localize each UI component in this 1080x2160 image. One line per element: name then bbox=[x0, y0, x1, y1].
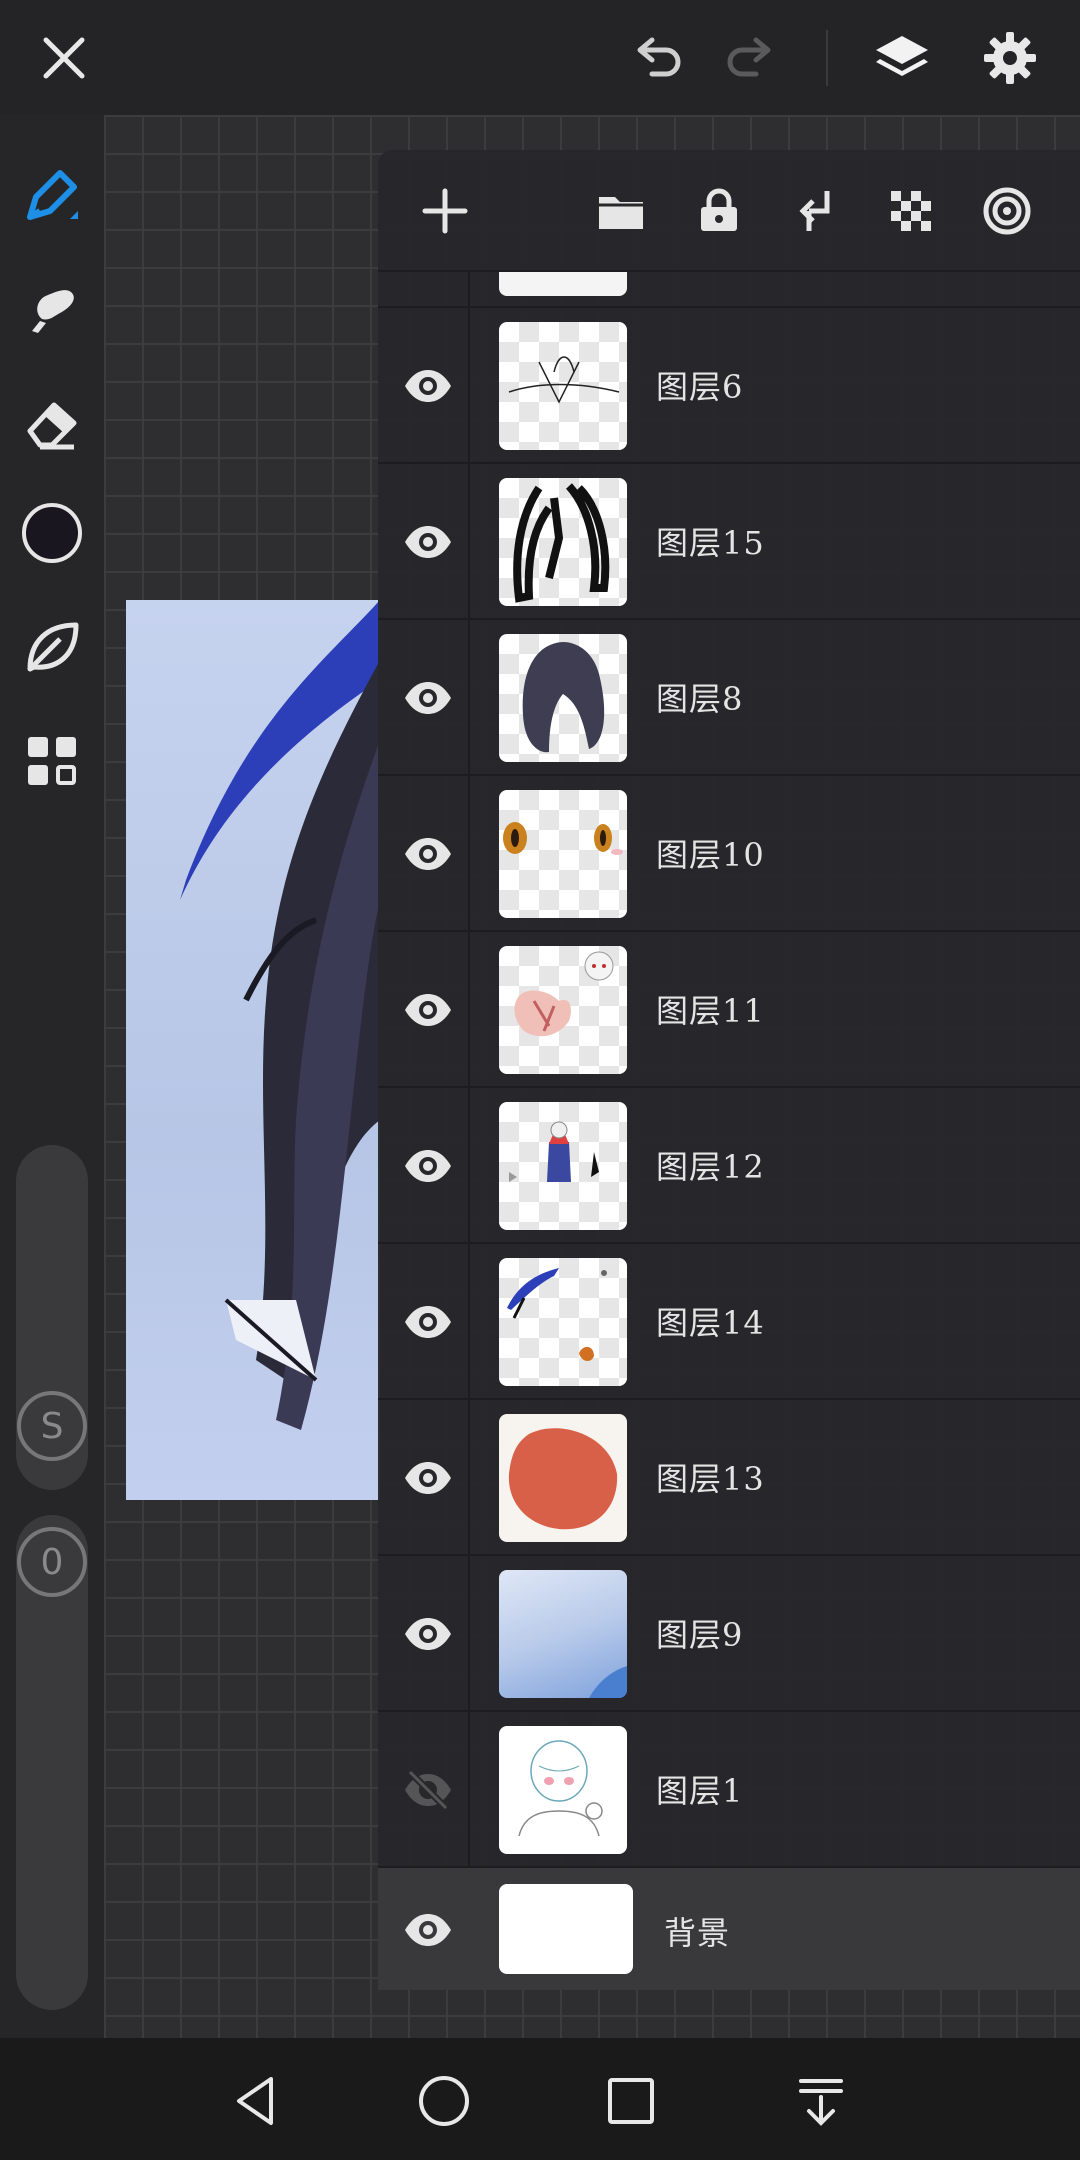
layer-divider bbox=[468, 1244, 470, 1400]
layer-divider bbox=[468, 1712, 470, 1868]
layer-thumbnail bbox=[499, 790, 627, 918]
system-nav-bar bbox=[0, 2038, 1080, 2160]
layer-name: 图层13 bbox=[656, 1460, 765, 1498]
eye-icon[interactable] bbox=[392, 1598, 464, 1670]
layer-thumbnail bbox=[499, 322, 627, 450]
layer-name: 图层11 bbox=[656, 992, 765, 1030]
opacity-slider-handle[interactable]: 0 bbox=[17, 1527, 87, 1597]
eye-icon[interactable] bbox=[392, 974, 464, 1046]
eye-icon[interactable] bbox=[392, 1442, 464, 1514]
recents-icon[interactable] bbox=[598, 2068, 664, 2134]
layers-icon[interactable] bbox=[866, 22, 938, 94]
topbar-divider bbox=[826, 30, 828, 86]
color-swatch[interactable] bbox=[10, 491, 94, 575]
top-bar bbox=[0, 0, 1080, 115]
layer-thumbnail bbox=[499, 1414, 627, 1542]
layer-row[interactable]: 图层13 bbox=[378, 1398, 1080, 1556]
layer-thumbnail bbox=[499, 634, 627, 762]
layer-divider bbox=[468, 464, 470, 620]
layer-name: 背景 bbox=[664, 1914, 731, 1952]
leaf-icon[interactable] bbox=[10, 605, 94, 689]
layer-divider bbox=[468, 932, 470, 1088]
layer-divider bbox=[468, 1088, 470, 1244]
layer-row[interactable]: 图层1 bbox=[378, 1710, 1080, 1868]
layer-thumbnail bbox=[499, 946, 627, 1074]
add-layer-icon[interactable] bbox=[412, 178, 478, 244]
smudge-tool-icon[interactable] bbox=[10, 265, 94, 349]
layer-name: 图层15 bbox=[656, 524, 765, 562]
opacity-slider[interactable]: 0 bbox=[16, 1515, 88, 2010]
layer-name: 图层14 bbox=[656, 1304, 765, 1342]
layer-thumbnail bbox=[499, 1726, 627, 1854]
undo-icon[interactable] bbox=[620, 22, 692, 94]
layers-panel-header bbox=[378, 150, 1080, 270]
eye-icon[interactable] bbox=[392, 662, 464, 734]
layer-row[interactable]: 图层11 bbox=[378, 930, 1080, 1088]
close-icon[interactable] bbox=[28, 22, 100, 94]
settings-icon[interactable] bbox=[974, 22, 1046, 94]
notification-shade-icon[interactable] bbox=[788, 2068, 854, 2134]
layer-thumbnail bbox=[499, 1102, 627, 1230]
layer-name: 图层1 bbox=[656, 1772, 744, 1810]
layer-row-background[interactable]: 背景 bbox=[378, 1866, 1080, 1990]
transparency-icon[interactable] bbox=[878, 178, 944, 244]
layer-thumbnail bbox=[499, 272, 627, 296]
layer-name: 图层12 bbox=[656, 1148, 765, 1186]
eraser-icon[interactable] bbox=[10, 381, 94, 465]
layer-row[interactable]: 图层10 bbox=[378, 774, 1080, 932]
layer-thumbnail bbox=[499, 1570, 627, 1698]
layer-row[interactable]: 图层15 bbox=[378, 462, 1080, 620]
layer-name: 图层9 bbox=[656, 1616, 744, 1654]
layer-row[interactable]: 图层6 bbox=[378, 306, 1080, 464]
layer-row[interactable]: 图层14 bbox=[378, 1242, 1080, 1400]
home-icon[interactable] bbox=[411, 2068, 477, 2134]
eye-icon[interactable] bbox=[392, 1130, 464, 1202]
folder-icon[interactable] bbox=[588, 178, 654, 244]
eye-icon[interactable] bbox=[392, 506, 464, 578]
layer-row[interactable]: 图层12 bbox=[378, 1086, 1080, 1244]
layers-panel: 图层6 图层15 图层8 图层10 图层11 图层12 图层14 图层13 图层… bbox=[378, 150, 1080, 1990]
layer-divider bbox=[468, 1400, 470, 1556]
tool-sidebar: S 0 bbox=[0, 115, 104, 2038]
layer-divider bbox=[468, 1556, 470, 1712]
layer-row-partial[interactable] bbox=[378, 270, 1080, 306]
canvas-artwork bbox=[126, 600, 380, 1500]
layer-name: 图层8 bbox=[656, 680, 744, 718]
eye-icon[interactable] bbox=[392, 350, 464, 422]
layer-divider bbox=[468, 620, 470, 776]
layer-divider bbox=[468, 308, 470, 464]
redo-icon[interactable] bbox=[716, 22, 788, 94]
eye-icon[interactable] bbox=[392, 1894, 464, 1966]
layer-name: 图层10 bbox=[656, 836, 765, 874]
eye-off-icon[interactable] bbox=[392, 1754, 464, 1826]
layer-thumbnail bbox=[499, 1884, 633, 1974]
layer-row[interactable]: 图层9 bbox=[378, 1554, 1080, 1712]
eye-icon[interactable] bbox=[392, 1286, 464, 1358]
layer-thumbnail bbox=[499, 478, 627, 606]
layer-divider bbox=[468, 272, 470, 306]
merge-down-icon[interactable] bbox=[782, 178, 848, 244]
size-slider-handle[interactable]: S bbox=[17, 1391, 87, 1461]
layer-thumbnail bbox=[499, 1258, 627, 1386]
eye-icon[interactable] bbox=[392, 818, 464, 890]
layer-name: 图层6 bbox=[656, 368, 744, 406]
back-icon[interactable] bbox=[224, 2068, 290, 2134]
brush-size-slider[interactable]: S bbox=[16, 1145, 88, 1490]
gallery-grid-icon[interactable] bbox=[10, 719, 94, 803]
layer-divider bbox=[468, 776, 470, 932]
layer-row[interactable]: 图层8 bbox=[378, 618, 1080, 776]
lock-icon[interactable] bbox=[686, 178, 752, 244]
pen-tool-icon[interactable] bbox=[10, 153, 94, 237]
target-icon[interactable] bbox=[974, 178, 1040, 244]
